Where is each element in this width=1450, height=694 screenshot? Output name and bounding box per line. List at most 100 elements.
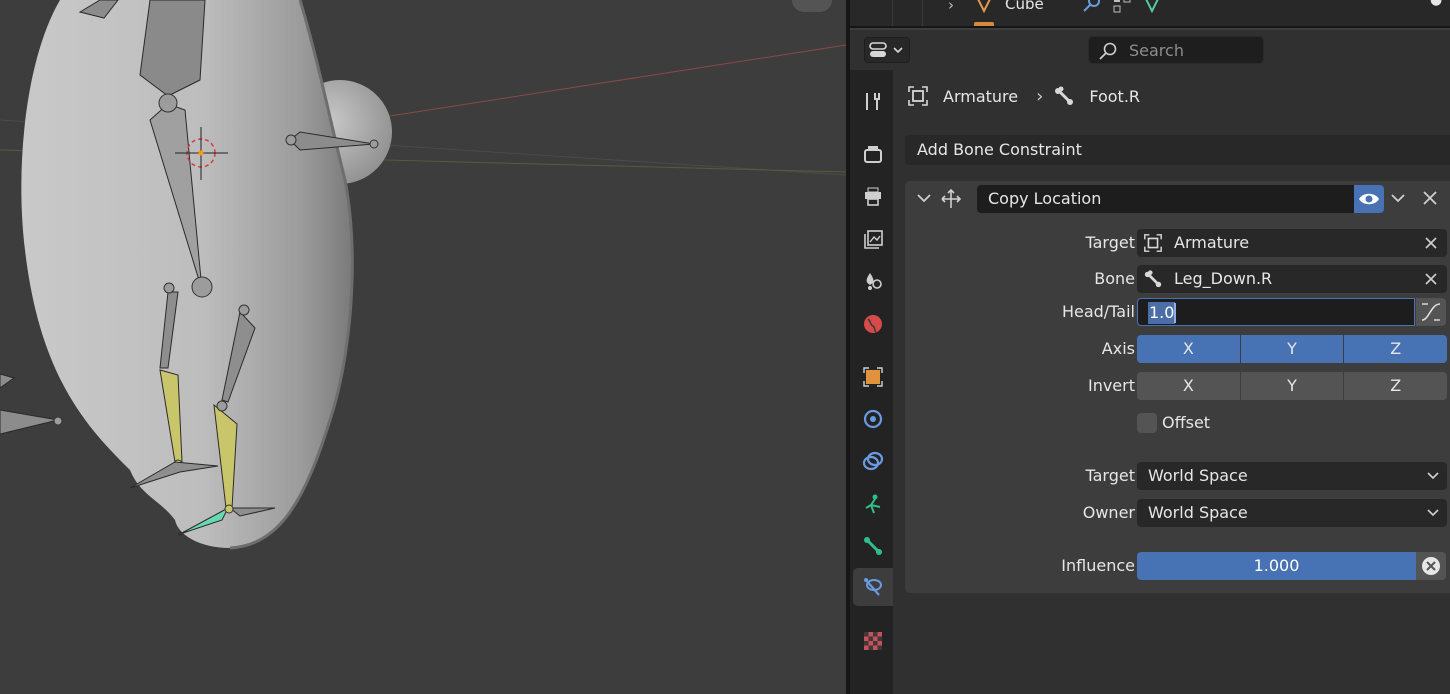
object-icon xyxy=(863,367,883,387)
properties-body: Armature › Foot.R Add Bone Constraint Co… xyxy=(893,70,1450,694)
invert-label: Invert xyxy=(1087,376,1135,395)
bone-constraints-icon xyxy=(864,578,882,596)
search-icon xyxy=(1099,42,1117,60)
target-space-value: World Space xyxy=(1148,466,1248,485)
outliner-item-name[interactable]: Cube xyxy=(1005,0,1044,13)
chevron-down-icon xyxy=(1427,509,1439,517)
search-placeholder: Search xyxy=(1129,41,1184,60)
modifier-wrench-icon[interactable] xyxy=(1082,0,1102,14)
axis-y-toggle[interactable]: Y xyxy=(1240,335,1344,363)
properties-tabs xyxy=(850,70,893,694)
mesh-icon xyxy=(977,0,991,14)
owner-space-dropdown[interactable]: World Space xyxy=(1137,499,1447,527)
constraint-name-field[interactable]: Copy Location xyxy=(977,185,1355,213)
editor-type-dropdown[interactable] xyxy=(864,37,910,63)
object-data-icon xyxy=(974,22,994,26)
tab-scene[interactable] xyxy=(854,262,892,300)
outliner-tree-line xyxy=(892,0,893,26)
collapse-chevron-icon[interactable] xyxy=(915,189,933,207)
invert-x-toggle[interactable]: X xyxy=(1137,372,1240,400)
visibility-eye-icon[interactable]: ● xyxy=(1430,0,1442,8)
copy-location-icon xyxy=(941,188,962,208)
object-icon xyxy=(1144,234,1162,252)
tab-render[interactable] xyxy=(854,135,892,173)
expand-chevron-icon[interactable]: › xyxy=(948,0,954,14)
output-icon xyxy=(865,187,881,206)
owner-space-value: World Space xyxy=(1148,503,1248,522)
axis-toggle-group: X Y Z xyxy=(1137,335,1448,363)
influence-slider[interactable]: 1.000 xyxy=(1137,552,1416,580)
bbone-curve-icon xyxy=(1421,303,1441,321)
scene-icon xyxy=(866,273,882,290)
chevron-down-icon[interactable] xyxy=(1389,189,1407,207)
target-space-label: Target xyxy=(1085,466,1136,485)
invert-y-toggle[interactable]: Y xyxy=(1240,372,1344,400)
object-constraints-icon xyxy=(862,451,884,471)
viewport-navigation-gizmo[interactable] xyxy=(792,0,832,12)
outliner-tree-line xyxy=(922,0,923,26)
world-icon xyxy=(864,315,882,333)
mesh-data-icon[interactable] xyxy=(1142,0,1162,14)
axis-z-toggle[interactable]: Z xyxy=(1344,335,1448,363)
tab-tool[interactable] xyxy=(854,82,892,120)
constraint-enable-toggle[interactable] xyxy=(1354,185,1384,213)
target-value: Armature xyxy=(1174,233,1250,252)
tab-output[interactable] xyxy=(854,177,892,215)
bone-value: Leg_Down.R xyxy=(1174,269,1273,288)
tab-world[interactable] xyxy=(854,305,892,343)
chevron-right-icon: › xyxy=(1036,85,1044,107)
constraint-panel: Copy Location Target Armature Bone Leg_D… xyxy=(905,181,1450,593)
tab-physics[interactable] xyxy=(854,400,892,438)
properties-editor-icon xyxy=(869,42,903,57)
tab-view-layer[interactable] xyxy=(854,220,892,258)
tab-bone-constraints[interactable] xyxy=(853,568,893,606)
bone-icon xyxy=(1055,86,1074,105)
armature-data-icon xyxy=(865,494,881,514)
use-bbone-shape-toggle[interactable] xyxy=(1416,298,1446,326)
eye-icon xyxy=(1359,193,1379,205)
tool-icon xyxy=(866,93,880,110)
headtail-label: Head/Tail xyxy=(1061,302,1135,321)
tab-object-constraints[interactable] xyxy=(854,442,892,480)
vertex-groups-icon[interactable] xyxy=(1112,0,1132,14)
view-layer-icon xyxy=(864,230,883,249)
invert-z-toggle[interactable]: Z xyxy=(1344,372,1448,400)
blender-window: › Cube ● Search Armature › Foot.R Add Bo… xyxy=(0,0,1450,694)
clear-icon[interactable] xyxy=(1423,271,1439,287)
bone-icon xyxy=(864,537,882,555)
tab-texture[interactable] xyxy=(854,622,892,660)
headtail-value: 1.0 xyxy=(1148,302,1176,324)
bone-label: Bone xyxy=(1094,269,1135,288)
invert-toggle-group: X Y Z xyxy=(1137,372,1448,400)
chevron-down-icon xyxy=(1427,472,1439,480)
offset-label: Offset xyxy=(1162,413,1211,432)
tab-object[interactable] xyxy=(854,358,892,396)
text-cursor xyxy=(1174,303,1176,323)
add-bone-constraint-button[interactable]: Add Bone Constraint xyxy=(905,135,1450,165)
physics-icon xyxy=(863,409,883,429)
bone-field[interactable]: Leg_Down.R xyxy=(1137,265,1447,293)
axis-x-toggle[interactable]: X xyxy=(1137,335,1240,363)
viewport-scene[interactable] xyxy=(0,0,846,694)
3d-viewport[interactable] xyxy=(0,0,846,694)
target-field[interactable]: Armature xyxy=(1137,229,1447,257)
close-circle-icon xyxy=(1422,557,1440,575)
close-icon[interactable] xyxy=(1421,189,1439,207)
properties-header: Search xyxy=(850,30,1450,70)
tab-object-data[interactable] xyxy=(854,485,892,523)
influence-label: Influence xyxy=(1061,556,1135,575)
texture-icon xyxy=(864,632,882,650)
breadcrumb-object: Armature xyxy=(943,86,1019,106)
disable-keep-transform-button[interactable] xyxy=(1416,552,1446,580)
target-space-dropdown[interactable]: World Space xyxy=(1137,462,1447,490)
breadcrumb-bone: Foot.R xyxy=(1089,86,1141,106)
bone-icon xyxy=(1144,270,1162,288)
offset-checkbox[interactable] xyxy=(1137,413,1157,433)
tab-bone[interactable] xyxy=(854,527,892,565)
clear-icon[interactable] xyxy=(1423,235,1439,251)
search-field[interactable]: Search xyxy=(1088,36,1264,64)
object-icon xyxy=(908,86,928,106)
headtail-input[interactable]: 1.0 xyxy=(1137,298,1415,326)
outliner[interactable]: › Cube ● xyxy=(850,0,1450,28)
breadcrumb: Armature › Foot.R xyxy=(907,84,1140,108)
